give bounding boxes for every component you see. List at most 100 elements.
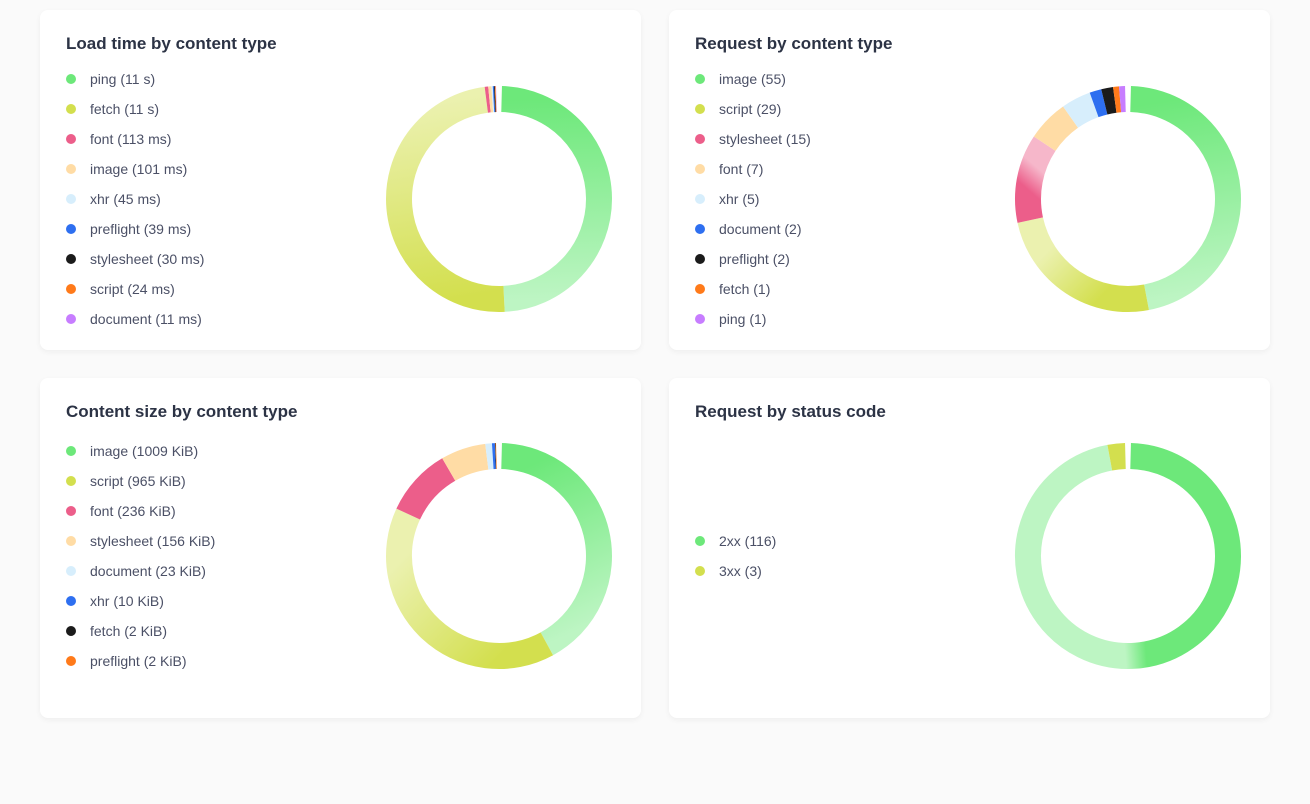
legend-item[interactable]: script (965 KiB): [66, 474, 215, 488]
legend-item[interactable]: fetch (11 s): [66, 102, 204, 116]
legend-content-size: image (1009 KiB) script (965 KiB) font (23…: [66, 444, 215, 668]
legend-dot-icon: [66, 446, 76, 456]
legend-dot-icon: [695, 536, 705, 546]
legend-label: document (2): [719, 222, 801, 236]
legend-item[interactable]: document (2): [695, 222, 811, 236]
legend-item[interactable]: preflight (2): [695, 252, 811, 266]
donut-segment[interactable]: [1110, 456, 1126, 458]
legend-dot-icon: [66, 566, 76, 576]
legend-item[interactable]: script (24 ms): [66, 282, 204, 296]
donut-segment[interactable]: [1094, 102, 1104, 105]
legend-item[interactable]: image (55): [695, 72, 811, 86]
legend-label: preflight (2 KiB): [90, 654, 186, 668]
legend-dot-icon: [695, 74, 705, 84]
legend-item[interactable]: fetch (2 KiB): [66, 624, 215, 638]
legend-label: stylesheet (156 KiB): [90, 534, 215, 548]
legend-dot-icon: [695, 224, 705, 234]
legend-item[interactable]: 3xx (3): [695, 564, 776, 578]
legend-dot-icon: [66, 254, 76, 264]
legend-label: image (101 ms): [90, 162, 187, 176]
legend-label: 3xx (3): [719, 564, 762, 578]
donut-segment[interactable]: [399, 514, 547, 656]
donut-segment[interactable]: [1071, 105, 1095, 117]
legend-dot-icon: [66, 314, 76, 324]
legend-item[interactable]: preflight (2 KiB): [66, 654, 215, 668]
donut-segment[interactable]: [1028, 144, 1045, 220]
donut-segment[interactable]: [408, 470, 449, 515]
donut-segment[interactable]: [502, 456, 599, 644]
card-load-time: Load time by content type ping (11 s) fet…: [40, 10, 641, 350]
legend-item[interactable]: font (113 ms): [66, 132, 204, 146]
donut-content-size: [383, 440, 615, 672]
legend-item[interactable]: image (1009 KiB): [66, 444, 215, 458]
legend-dot-icon: [66, 104, 76, 114]
donut-segment[interactable]: [399, 100, 504, 299]
legend-label: 2xx (116): [719, 534, 776, 548]
card-title: Request by content type: [695, 34, 1244, 54]
card-title: Request by status code: [695, 402, 1244, 422]
legend-dot-icon: [695, 284, 705, 294]
legend-item[interactable]: fetch (1): [695, 282, 811, 296]
legend-item[interactable]: ping (11 s): [66, 72, 204, 86]
donut-segment[interactable]: [1104, 100, 1114, 102]
legend-label: ping (1): [719, 312, 766, 326]
legend-item[interactable]: document (11 ms): [66, 312, 204, 326]
donut-request-type: [1012, 83, 1244, 315]
legend-item[interactable]: ping (1): [695, 312, 811, 326]
legend-item[interactable]: stylesheet (156 KiB): [66, 534, 215, 548]
legend-item[interactable]: stylesheet (30 ms): [66, 252, 204, 266]
donut-segment[interactable]: [1131, 99, 1228, 297]
legend-label: document (23 KiB): [90, 564, 206, 578]
legend-dot-icon: [66, 536, 76, 546]
legend-dot-icon: [695, 104, 705, 114]
legend-dot-icon: [66, 476, 76, 486]
legend-label: fetch (2 KiB): [90, 624, 167, 638]
donut-segment[interactable]: [1045, 117, 1071, 144]
legend-item[interactable]: xhr (10 KiB): [66, 594, 215, 608]
legend-item[interactable]: script (29): [695, 102, 811, 116]
donut-segment[interactable]: [1115, 99, 1120, 100]
card-body: image (1009 KiB) script (965 KiB) font (23…: [66, 440, 615, 672]
card-status-code: Request by status code 2xx (116) 3xx (3): [669, 378, 1270, 718]
legend-dot-icon: [695, 164, 705, 174]
donut-segment[interactable]: [1028, 456, 1228, 656]
legend-label: xhr (45 ms): [90, 192, 161, 206]
legend-label: font (113 ms): [90, 132, 171, 146]
legend-item[interactable]: document (23 KiB): [66, 564, 215, 578]
legend-dot-icon: [66, 596, 76, 606]
donut-segment[interactable]: [502, 99, 599, 299]
legend-label: preflight (39 ms): [90, 222, 191, 236]
legend-dot-icon: [695, 254, 705, 264]
legend-dot-icon: [66, 74, 76, 84]
legend-request-type: image (55) script (29) stylesheet (15) font…: [695, 72, 811, 326]
legend-label: xhr (5): [719, 192, 759, 206]
legend-item[interactable]: stylesheet (15): [695, 132, 811, 146]
legend-item[interactable]: xhr (45 ms): [66, 192, 204, 206]
card-title: Content size by content type: [66, 402, 615, 422]
legend-label: script (965 KiB): [90, 474, 186, 488]
donut-segment[interactable]: [487, 456, 493, 457]
legend-label: document (11 ms): [90, 312, 202, 326]
legend-item[interactable]: 2xx (116): [695, 534, 776, 548]
legend-item[interactable]: xhr (5): [695, 192, 811, 206]
dashboard-grid: Load time by content type ping (11 s) fet…: [0, 0, 1310, 742]
legend-label: stylesheet (15): [719, 132, 811, 146]
donut-segment[interactable]: [1030, 220, 1146, 299]
legend-dot-icon: [695, 134, 705, 144]
legend-item[interactable]: font (7): [695, 162, 811, 176]
legend-item[interactable]: image (101 ms): [66, 162, 204, 176]
legend-item[interactable]: preflight (39 ms): [66, 222, 204, 236]
card-content-size: Content size by content type image (1009…: [40, 378, 641, 718]
legend-label: preflight (2): [719, 252, 790, 266]
card-title: Load time by content type: [66, 34, 615, 54]
donut-segment[interactable]: [449, 457, 487, 470]
legend-dot-icon: [66, 656, 76, 666]
legend-item[interactable]: font (236 KiB): [66, 504, 215, 518]
legend-load-time: ping (11 s) fetch (11 s) font (113 ms) imag…: [66, 72, 204, 326]
legend-label: xhr (10 KiB): [90, 594, 164, 608]
legend-dot-icon: [66, 194, 76, 204]
legend-dot-icon: [66, 164, 76, 174]
legend-label: fetch (11 s): [90, 102, 159, 116]
legend-label: fetch (1): [719, 282, 770, 296]
legend-label: ping (11 s): [90, 72, 155, 86]
